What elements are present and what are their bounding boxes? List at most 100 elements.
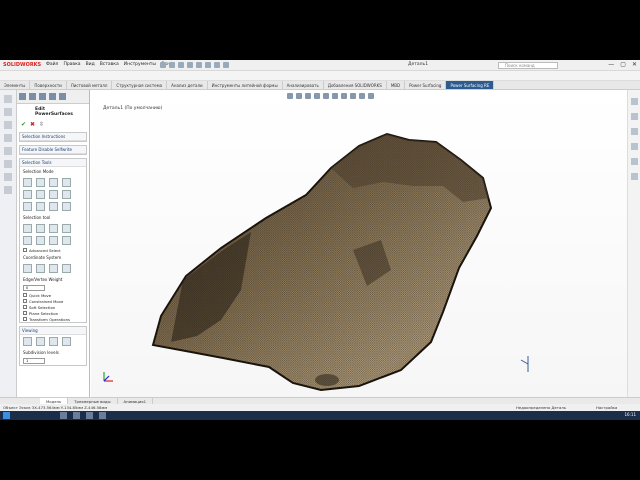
cage-view-icon[interactable] [23,337,32,346]
menu-view[interactable]: Вид [86,62,95,67]
tab-structure-system[interactable]: Структурная система [112,81,168,89]
minimize-button[interactable]: — [608,61,614,68]
tab-surfaces[interactable]: Поверхности [30,81,67,89]
solidworks-app-icon[interactable] [86,412,93,419]
selection-tools-header[interactable]: Selection Tools [20,159,86,167]
config-manager-tab-icon[interactable] [39,93,46,100]
tab-part-analysis[interactable]: Анализ детали [167,81,208,89]
close-button[interactable]: ✕ [632,61,637,68]
paint-tool-icon[interactable] [23,236,32,245]
deselect-tool-icon[interactable] [49,236,58,245]
rect-tool-icon[interactable] [36,224,45,233]
document-title: Деталь1 [408,62,429,67]
checkbox-icon [23,311,27,315]
select-icon[interactable] [205,62,211,68]
view-palette-icon[interactable] [631,143,638,150]
dimension-tool-icon[interactable] [4,121,12,129]
vertex-mode-icon[interactable] [23,178,32,187]
menu-insert[interactable]: Вставка [100,62,119,67]
maximize-button[interactable]: ▢ [620,61,626,68]
resources-icon[interactable] [631,98,638,105]
tab-mold-tools[interactable]: Инструменты литейной формы [208,81,283,89]
pm-action-buttons: ✔ ✖ ⇳ [17,120,89,129]
pin-icon[interactable]: ⇳ [39,121,44,128]
tab-power-surfacing[interactable]: Power Surfacing [405,81,447,89]
object-mode-icon[interactable] [62,178,71,187]
viewing-header[interactable]: Viewing [20,327,86,335]
feature-disable-header[interactable]: Feature Disable Selfwrite [20,146,86,154]
local-coords-icon[interactable] [36,264,45,273]
save-icon[interactable] [178,62,184,68]
feature-tree-tab-icon[interactable] [19,93,26,100]
sketch-tool-icon[interactable] [4,108,12,116]
arc-tool-icon[interactable] [4,160,12,168]
tab-mbd[interactable]: MBD [387,81,406,89]
weight-input[interactable]: 0 [23,285,45,291]
brush-tool-icon[interactable] [23,224,32,233]
status-customize[interactable]: Настройка [596,405,617,410]
loop-select-icon[interactable] [23,190,32,199]
property-manager-tab-icon[interactable] [29,93,36,100]
dim-expert-tab-icon[interactable] [49,93,56,100]
tab-addins[interactable]: Добавления SOLIDWORKS [324,81,387,89]
circle-tool-icon[interactable] [4,147,12,155]
invert-select-icon[interactable] [36,202,45,211]
line-tool-icon[interactable] [4,134,12,142]
menu-edit[interactable]: Правка [63,62,80,67]
wire-view-icon[interactable] [49,337,58,346]
select-all-icon[interactable] [23,202,32,211]
spline-tool-icon[interactable] [4,173,12,181]
checkbox-icon [23,248,27,252]
xray-view-icon[interactable] [62,337,71,346]
options-icon[interactable] [223,62,229,68]
rebuild-icon[interactable] [214,62,220,68]
flood-tool-icon[interactable] [36,236,45,245]
design-library-icon[interactable] [631,113,638,120]
poly-tool-icon[interactable] [49,224,58,233]
selection-tool-label: Selection tool [23,215,51,220]
hide-tool-icon[interactable] [62,236,71,245]
search-input[interactable]: Поиск команд [498,62,558,69]
view-coords-icon[interactable] [49,264,58,273]
transform-operations-checkbox[interactable]: Transform Operations [20,316,86,322]
grow-select-icon[interactable] [49,190,58,199]
graphics-area[interactable]: Деталь1 (По умолчанию) [91,90,627,405]
freehand-tool-icon[interactable] [62,224,71,233]
tab-features[interactable]: Элементы [0,81,31,89]
start-button[interactable] [3,412,10,419]
trim-tool-icon[interactable] [4,186,12,194]
select-tool-icon[interactable] [4,95,12,103]
undo-icon[interactable] [196,62,202,68]
selection-instructions-header[interactable]: Selection Instructions [20,133,86,141]
menu-tools[interactable]: Инструменты [124,62,156,67]
world-coords-icon[interactable] [23,264,32,273]
tab-sheet-metal[interactable]: Листовой металл [67,81,113,89]
recorder-app-icon[interactable] [99,412,106,419]
tab-evaluate[interactable]: Аналиэировать [283,81,324,89]
file-explorer-icon[interactable] [631,128,638,135]
explorer-app-icon[interactable] [60,412,67,419]
ok-button[interactable]: ✔ [21,121,26,128]
smooth-view-icon[interactable] [36,337,45,346]
scanned-mesh-model[interactable] [91,90,627,405]
menu-file[interactable]: Файл [46,62,58,67]
cancel-button[interactable]: ✖ [30,121,35,128]
menu-bar: Файл Правка Вид Вставка Инструменты Окно [46,62,173,67]
new-icon[interactable] [160,62,166,68]
tab-power-surfacing-re[interactable]: Power Surfacing RE [446,81,495,89]
advanced-select-label: Advanced Select [29,247,61,253]
normal-coords-icon[interactable] [62,264,71,273]
edge-mode-icon[interactable] [36,178,45,187]
appearances-icon[interactable] [631,158,638,165]
box-select-icon[interactable] [49,202,58,211]
lasso-select-icon[interactable] [62,202,71,211]
custom-properties-icon[interactable] [631,173,638,180]
display-manager-tab-icon[interactable] [59,93,66,100]
subdivision-input[interactable]: 1 [23,358,45,364]
print-icon[interactable] [187,62,193,68]
face-mode-icon[interactable] [49,178,58,187]
open-icon[interactable] [169,62,175,68]
shrink-select-icon[interactable] [62,190,71,199]
browser-app-icon[interactable] [73,412,80,419]
ring-select-icon[interactable] [36,190,45,199]
